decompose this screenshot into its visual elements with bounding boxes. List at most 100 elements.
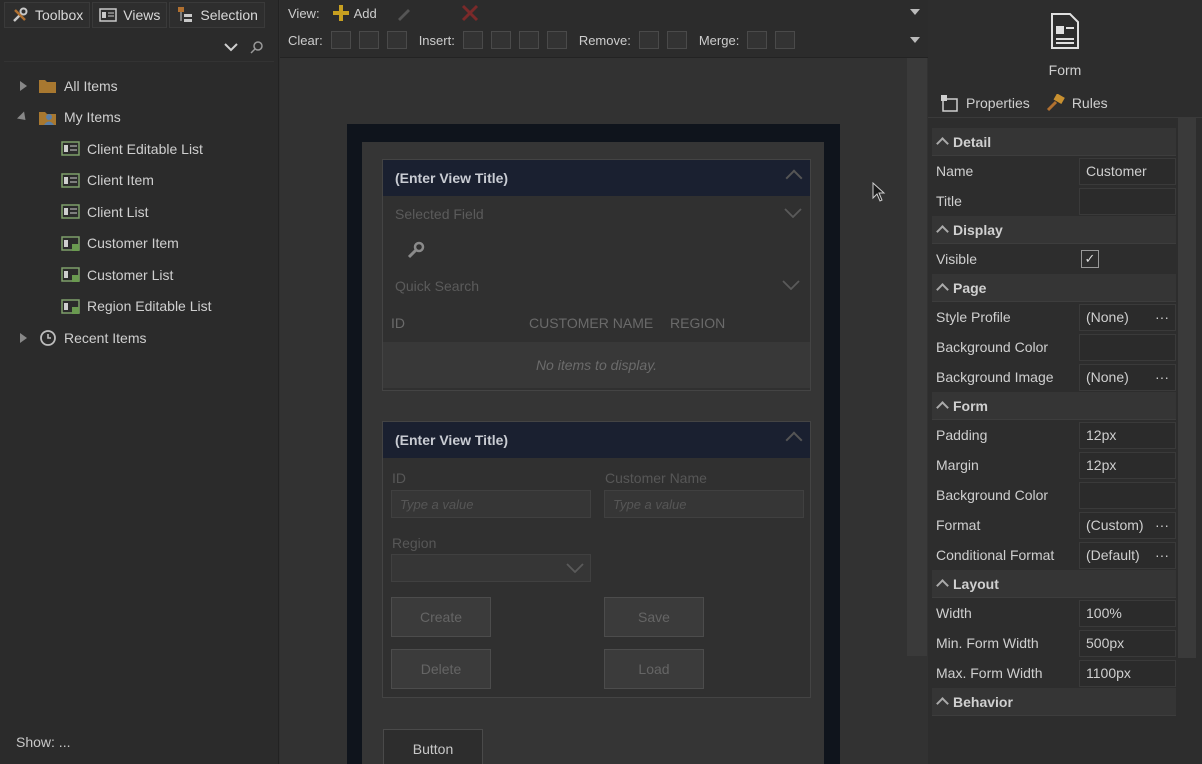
collapse-icon[interactable] — [16, 111, 30, 124]
collapse-icon[interactable] — [936, 579, 949, 592]
tree-item-region-editable-list[interactable]: Region Editable List — [0, 291, 278, 323]
chevron-down-icon[interactable] — [224, 40, 238, 54]
insert-row-above-button[interactable] — [518, 31, 539, 49]
delete-button[interactable]: Delete — [391, 649, 491, 689]
tree-item-customer-item[interactable]: Customer Item — [0, 228, 278, 260]
views-icon — [99, 8, 118, 22]
quick-search[interactable]: Quick Search — [383, 268, 810, 304]
view-header[interactable]: (Enter View Title) — [383, 160, 810, 196]
chevron-down-icon[interactable] — [782, 280, 800, 290]
tab-rules[interactable]: Rules — [1042, 90, 1112, 116]
search-icon[interactable] — [250, 40, 264, 54]
create-button[interactable]: Create — [391, 597, 491, 637]
edit-icon[interactable] — [395, 4, 413, 22]
canvas-scrollbar[interactable] — [907, 58, 927, 656]
chevron-down-icon[interactable] — [910, 37, 920, 43]
ellipsis-icon[interactable]: ··· — [1155, 547, 1169, 563]
chevron-down-icon[interactable] — [784, 208, 802, 218]
ellipsis-icon[interactable]: ··· — [1155, 369, 1169, 385]
insert-column-right-button[interactable] — [490, 31, 511, 49]
property-value[interactable]: Customer — [1079, 157, 1176, 185]
form-header-label: Form — [1048, 62, 1082, 78]
left-search-bar[interactable] — [4, 32, 274, 62]
collapse-icon[interactable] — [936, 697, 949, 710]
tree-item-label: My Items — [64, 109, 121, 126]
property-value[interactable] — [1079, 481, 1176, 509]
expand-icon[interactable] — [20, 332, 27, 343]
collapse-icon[interactable] — [785, 169, 803, 187]
clear-cell-button[interactable] — [330, 31, 351, 49]
insert-column-left-button[interactable] — [462, 31, 483, 49]
tab-toolbox[interactable]: Toolbox — [4, 2, 91, 28]
region-dropdown[interactable] — [391, 554, 591, 582]
view-icon — [61, 173, 80, 188]
collapse-icon[interactable] — [936, 137, 949, 150]
add-button[interactable]: Add — [332, 4, 377, 22]
section-detail[interactable]: Detail — [932, 128, 1176, 156]
show-filter[interactable]: Show: ... — [16, 734, 70, 750]
ellipsis-icon[interactable]: ··· — [1155, 517, 1169, 533]
tree-item-customer-list[interactable]: Customer List — [0, 259, 278, 291]
tab-selection[interactable]: Selection — [169, 2, 265, 28]
section-page[interactable]: Page — [932, 274, 1176, 302]
selected-field-dropdown[interactable]: Selected Field — [383, 196, 810, 232]
column-headers: ID CUSTOMER NAME REGION — [383, 304, 810, 342]
form-button[interactable]: Button — [383, 729, 483, 764]
property-value[interactable]: (None) ··· — [1079, 303, 1176, 331]
delete-icon[interactable] — [461, 4, 479, 22]
chevron-down-icon[interactable] — [910, 9, 920, 15]
tree-item-recent-items[interactable]: Recent Items — [0, 322, 278, 354]
list-view[interactable]: (Enter View Title) Selected Field Quick … — [382, 159, 811, 391]
property-value[interactable]: 1100px — [1079, 659, 1176, 687]
tree-item-all-items[interactable]: All Items — [0, 70, 278, 102]
visible-checkbox[interactable]: ✓ — [1081, 250, 1099, 268]
section-title: Form — [953, 397, 988, 414]
column-header[interactable]: CUSTOMER NAME — [529, 315, 670, 331]
view-header[interactable]: (Enter View Title) — [383, 422, 810, 458]
collapse-icon[interactable] — [936, 401, 949, 414]
remove-column-button[interactable] — [638, 31, 659, 49]
column-header[interactable]: ID — [383, 315, 529, 331]
section-layout[interactable]: Layout — [932, 570, 1176, 598]
save-button[interactable]: Save — [604, 597, 704, 637]
property-value[interactable] — [1079, 333, 1176, 361]
merge-cells-button[interactable] — [747, 31, 768, 49]
clear-row-button[interactable] — [358, 31, 379, 49]
tree-item-my-items[interactable]: My Items — [0, 102, 278, 134]
wrench-icon[interactable] — [405, 240, 427, 260]
remove-row-button[interactable] — [666, 31, 687, 49]
property-value[interactable] — [1079, 187, 1176, 215]
tab-properties[interactable]: Properties — [936, 90, 1034, 116]
collapse-icon[interactable] — [936, 225, 949, 238]
form-icon — [1051, 13, 1079, 49]
id-field[interactable]: Type a value — [391, 490, 591, 518]
property-value[interactable]: (Default) ··· — [1079, 541, 1176, 569]
unmerge-cells-button[interactable] — [775, 31, 796, 49]
tree-item-client-editable-list[interactable]: Client Editable List — [0, 133, 278, 165]
column-header[interactable]: REGION — [670, 315, 725, 331]
tree-item-client-list[interactable]: Client List — [0, 196, 278, 228]
section-form[interactable]: Form — [932, 392, 1176, 420]
expand-icon[interactable] — [20, 80, 27, 91]
load-button[interactable]: Load — [604, 649, 704, 689]
chevron-down-icon[interactable] — [566, 563, 584, 573]
property-value[interactable]: (None) ··· — [1079, 363, 1176, 391]
collapse-icon[interactable] — [936, 283, 949, 296]
properties-scrollbar[interactable] — [1178, 118, 1196, 658]
property-value[interactable]: 12px — [1079, 421, 1176, 449]
insert-row-below-button[interactable] — [546, 31, 567, 49]
ellipsis-icon[interactable]: ··· — [1155, 309, 1169, 325]
view-icon — [61, 204, 80, 219]
tree-item-client-item[interactable]: Client Item — [0, 165, 278, 197]
collapse-icon[interactable] — [785, 431, 803, 449]
clear-all-button[interactable] — [386, 31, 407, 49]
customer-name-field[interactable]: Type a value — [604, 490, 804, 518]
section-display[interactable]: Display — [932, 216, 1176, 244]
property-value[interactable]: (Custom) ··· — [1079, 511, 1176, 539]
property-value[interactable]: 100% — [1079, 599, 1176, 627]
tab-views[interactable]: Views — [92, 2, 168, 28]
property-value[interactable]: 500px — [1079, 629, 1176, 657]
property-value[interactable]: 12px — [1079, 451, 1176, 479]
section-behavior[interactable]: Behavior — [932, 688, 1176, 716]
id-label: ID — [392, 470, 406, 486]
